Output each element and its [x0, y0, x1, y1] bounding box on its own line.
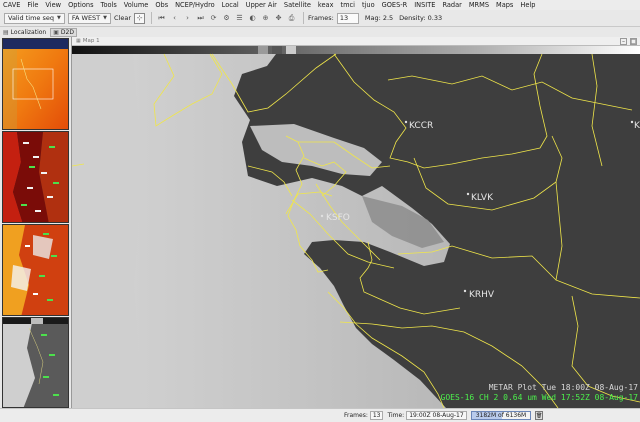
menu-item-cave[interactable]: CAVE — [3, 1, 20, 9]
station-dot-kccr[interactable] — [404, 120, 408, 124]
loop-icon[interactable]: ⟳ — [208, 13, 219, 24]
map-editor-tabbar: ▦ Map 1 – □ — [72, 37, 640, 46]
menu-item-satellite[interactable]: Satellite — [284, 1, 311, 9]
chevron-down-icon: ▼ — [103, 15, 108, 21]
window-controls: – □ — [617, 37, 637, 46]
magnification-control[interactable]: Mag: 2.5 — [365, 14, 393, 22]
station-label-ksfo[interactable]: KSFO — [326, 213, 350, 223]
blink-icon[interactable]: ◐ — [247, 13, 258, 24]
folder-icon: ▤ — [3, 29, 9, 36]
station-dot-krhv[interactable] — [463, 289, 467, 293]
thumbnail-metar-pane[interactable] — [2, 131, 69, 223]
colorbar — [72, 46, 640, 54]
colorbar-marker — [258, 46, 268, 54]
scale-select[interactable]: FA WEST ▼ — [67, 12, 112, 24]
trash-icon[interactable]: 🗑 — [535, 411, 544, 420]
colorbar-marker — [272, 46, 282, 54]
main-display-pane: ▦ Map 1 – □ KCCR KLVK KSFO KRHV K METAR … — [71, 37, 640, 408]
clear-button[interactable]: Clear — [114, 14, 131, 22]
status-frames-value: 13 — [369, 411, 384, 420]
station-label-klvk[interactable]: KLVK — [471, 193, 494, 203]
station-dot-edge[interactable] — [630, 120, 634, 124]
menu-item-mrms[interactable]: MRMS — [469, 1, 489, 9]
menu-item-local[interactable]: Local — [222, 1, 239, 9]
menu-item-tmci[interactable]: tmci — [341, 1, 355, 9]
step-forward-icon[interactable]: › — [182, 13, 193, 24]
menu-bar: CAVE File View Options Tools Volume Obs NCEP/Hy… — [0, 0, 640, 10]
chevron-down-icon: ▼ — [57, 15, 61, 21]
station-label-krhv[interactable]: KRHV — [469, 290, 495, 300]
tab-map-editor[interactable]: ▦ Map 1 — [72, 38, 104, 44]
menu-item-help[interactable]: Help — [520, 1, 535, 9]
station-label-kccr[interactable]: KCCR — [409, 121, 433, 131]
loop-properties-icon[interactable]: ⚙ — [221, 13, 232, 24]
tab-d2d[interactable]: ▣ D2D — [50, 28, 77, 37]
memory-usage-bar: 3182M of 6136M — [470, 411, 532, 420]
time-mode-select[interactable]: Valid time seq ▼ — [4, 12, 65, 24]
maximize-icon[interactable]: □ — [630, 38, 637, 45]
last-frame-icon[interactable]: ⏭ — [195, 13, 206, 24]
legend-metar-plot[interactable]: METAR Plot Tue 18:00Z 08-Aug-17 — [489, 383, 638, 392]
status-time-value: 19:00Z 08-Aug-17 — [406, 411, 467, 420]
menu-item-maps[interactable]: Maps — [496, 1, 513, 9]
pan-icon[interactable]: ✥ — [273, 13, 284, 24]
status-time-label: Time: — [387, 412, 405, 419]
frames-spinner[interactable]: 13 — [336, 12, 359, 24]
thumbnail-wv-pane[interactable] — [2, 224, 69, 316]
menu-item-insite[interactable]: INSITE — [414, 1, 435, 9]
map-icon: ▦ — [76, 38, 81, 44]
toolbar: Valid time seq ▼ FA WEST ▼ Clear ⊹ ⏮ ‹ › ⏭… — [0, 10, 640, 27]
colorbar-marker — [286, 46, 296, 54]
menu-item-file[interactable]: File — [27, 1, 38, 9]
status-bar: Frames: 13 Time: 19:00Z 08-Aug-17 3182M … — [0, 408, 640, 422]
frames-label: Frames: — [308, 14, 334, 22]
status-frames-label: Frames: — [344, 412, 368, 419]
menu-item-goes-r[interactable]: GOES-R — [382, 1, 408, 9]
ocean-clear-strip — [72, 46, 142, 408]
station-label-edge[interactable]: K — [634, 121, 640, 131]
station-dot-ksfo[interactable] — [320, 214, 324, 218]
legend-goes-image[interactable]: GOES-16 CH 2 0.64 um Wed 17:52Z 08-Aug-1… — [441, 393, 639, 402]
menu-item-keax[interactable]: keax — [318, 1, 334, 9]
toolbar-divider — [151, 12, 153, 24]
menu-item-ncep-hydro[interactable]: NCEP/Hydro — [175, 1, 215, 9]
print-icon[interactable]: ⎙ — [286, 13, 297, 24]
thumbnail-ir-pane[interactable] — [2, 38, 69, 130]
perspective-tabs: ▤ Localization ▣ D2D — [0, 27, 77, 38]
station-dot-klvk[interactable] — [466, 192, 470, 196]
crosshair-icon[interactable]: ⊹ — [134, 12, 146, 24]
menu-item-tools[interactable]: Tools — [101, 1, 117, 9]
thumbnail-vis-pane[interactable] — [2, 317, 69, 408]
menu-item-radar[interactable]: Radar — [442, 1, 461, 9]
thumbnail-panes — [2, 38, 69, 408]
satellite-map[interactable]: KCCR KLVK KSFO KRHV K METAR Plot Tue 18:… — [72, 46, 640, 408]
monitor-icon: ▣ — [53, 29, 59, 36]
menu-item-options[interactable]: Options — [68, 1, 93, 9]
first-frame-icon[interactable]: ⏮ — [156, 13, 167, 24]
menu-item-tjuo[interactable]: tjuo — [362, 1, 375, 9]
minimize-icon[interactable]: – — [620, 38, 627, 45]
menu-item-obs[interactable]: Obs — [155, 1, 168, 9]
step-back-icon[interactable]: ‹ — [169, 13, 180, 24]
zoom-icon[interactable]: ⊕ — [260, 13, 271, 24]
density-control[interactable]: Density: 0.33 — [399, 14, 442, 22]
menu-item-volume[interactable]: Volume — [124, 1, 149, 9]
toolbar-divider — [303, 12, 305, 24]
menu-item-upper-air[interactable]: Upper Air — [246, 1, 277, 9]
menu-item-view[interactable]: View — [45, 1, 61, 9]
image-properties-icon[interactable]: ☰ — [234, 13, 245, 24]
tab-localization[interactable]: ▤ Localization — [3, 29, 46, 36]
